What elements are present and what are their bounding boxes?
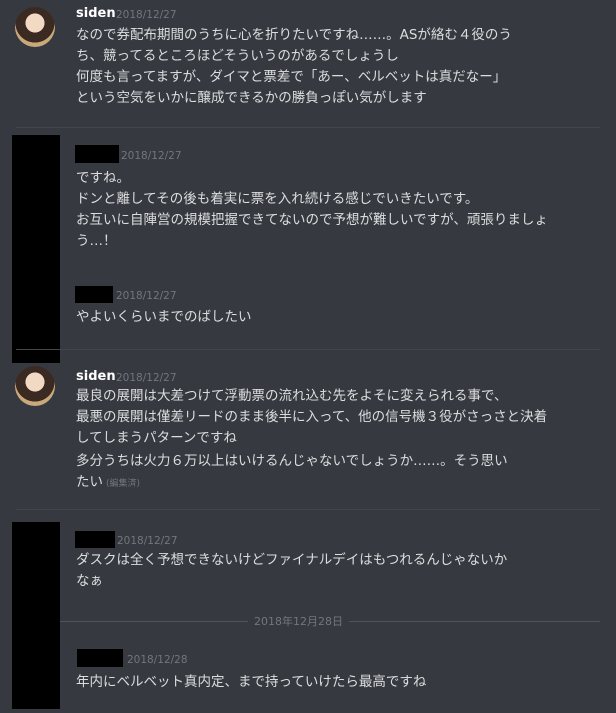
avatar-siden[interactable]: [15, 366, 55, 406]
date-separator: 2018年12月28日: [248, 613, 349, 629]
avatar-redacted[interactable]: [12, 135, 60, 363]
message-text: 年内にベルベット真内定、まで持っていけたら最高ですね: [76, 674, 427, 690]
avatar-redacted[interactable]: [12, 522, 60, 709]
message-timestamp: 2018/12/27: [121, 150, 182, 162]
message-timestamp: 2018/12/28: [127, 654, 188, 666]
edited-label: (編集済): [106, 479, 141, 489]
author-name[interactable]: siden: [76, 6, 116, 21]
message-text: やよいくらいまでのばしたい: [76, 309, 252, 325]
message-divider: [16, 127, 600, 128]
message-text: なので券配布期間のうちに心を折りたいですね……。ASが絡む４役のう ち、競ってる…: [76, 27, 512, 106]
author-name-redacted[interactable]: [77, 649, 123, 667]
message-text: ダスクは全く予想できないけどファイナルデイはもつれるんじゃないか なぁ: [76, 552, 508, 589]
message-timestamp: 2018/12/27: [116, 372, 177, 384]
message-timestamp: 2018/12/27: [116, 290, 177, 302]
message-text: 最良の展開は大差つけて浮動票の流れ込む先をよそに変えられる事で、 最悪の展開は僅…: [76, 388, 548, 446]
author-name-redacted[interactable]: [75, 531, 115, 548]
author-name[interactable]: siden: [76, 369, 116, 384]
author-name-redacted[interactable]: [75, 145, 119, 163]
author-name-redacted[interactable]: [75, 286, 113, 303]
avatar-siden[interactable]: [15, 7, 55, 47]
message-timestamp: 2018/12/27: [116, 9, 177, 21]
message-text: ですね。 ドンと離してその後も着実に票を入れ続ける感じでいきたいです。 お互いに…: [76, 170, 548, 249]
message-text: 多分うちは火力６万以上はいけるんじゃないでしょうか……。そう思い たい (編集済): [76, 453, 508, 490]
message-divider: [16, 349, 600, 350]
message-divider: [16, 509, 600, 510]
message-timestamp: 2018/12/27: [117, 535, 178, 547]
